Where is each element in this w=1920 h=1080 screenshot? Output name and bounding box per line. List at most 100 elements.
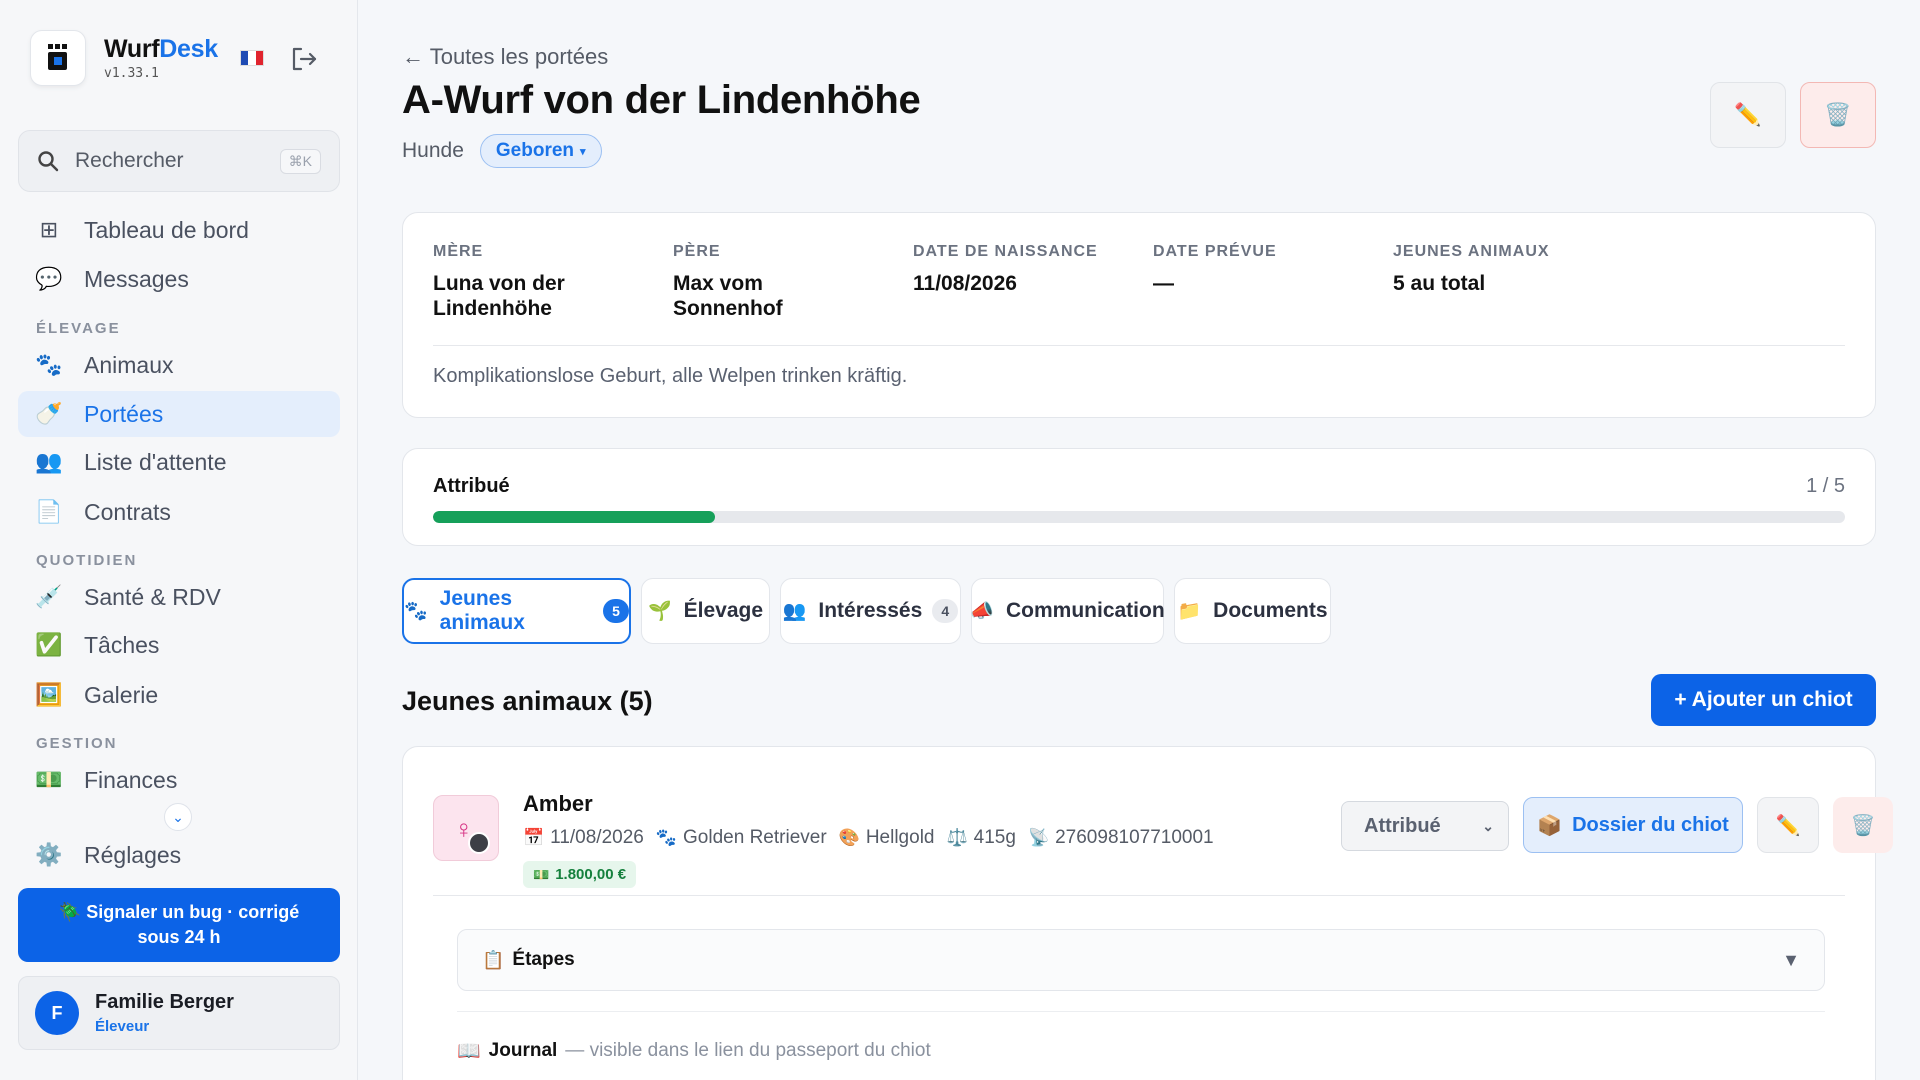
edit-litter-button[interactable]: ✏️ (1710, 82, 1786, 148)
sidebar-item-finances[interactable]: 💵 Finances (18, 757, 340, 803)
puppy-avatar[interactable]: ♀ (433, 795, 499, 861)
sidebar-item-messages[interactable]: 💬 Messages (18, 256, 340, 302)
back-link[interactable]: ← Toutes les portées (402, 44, 608, 70)
logout-icon[interactable] (290, 46, 318, 72)
palette-icon: 🎨 (838, 828, 860, 847)
search-shortcut: ⌘K (279, 148, 321, 174)
wurfdesk-logo-icon[interactable] (30, 30, 86, 86)
paw-icon: 🐾 (655, 828, 678, 847)
litter-note: Komplikationslose Geburt, alle Welpen tr… (433, 365, 908, 387)
journal-header: 📖 Journal — visible dans le lien du pass… (457, 1039, 931, 1063)
progress-bar (433, 511, 1845, 523)
steps-accordion[interactable]: 📋 Étapes ▼ (457, 929, 1825, 991)
search-placeholder: Rechercher (75, 149, 184, 172)
app-name: WurfDesk (104, 35, 218, 63)
report-bug-button[interactable]: 🪲 Signaler un bug · corrigé sous 24 h (18, 888, 340, 962)
sidebar-item-waitlist[interactable]: 👥 Liste d'attente (18, 439, 340, 485)
puppy-chip: 276098107710001 (1055, 827, 1214, 848)
sidebar-item-label: Santé & RDV (84, 583, 221, 610)
main-content: ← Toutes les portées A-Wurf von der Lind… (358, 0, 1920, 1080)
tab-breeding[interactable]: 🌱 Élevage (641, 578, 770, 644)
gear-icon: ⚙️ (35, 842, 63, 867)
sidebar-item-tasks[interactable]: ✅ Tâches (18, 622, 340, 668)
tab-young-animals[interactable]: 🐾 Jeunes animaux 5 (402, 578, 631, 644)
young-count-label: JEUNES ANIMAUX (1393, 243, 1550, 260)
brand: WurfDesk v1.33.1 (30, 30, 218, 86)
people-icon: 👥 (782, 601, 807, 622)
sidebar-item-litters[interactable]: 🍼 Portées (18, 391, 340, 437)
status-dropdown[interactable]: Geboren ▾ (479, 134, 602, 168)
assignment-progress-card: Attribué 1 / 5 (402, 448, 1876, 546)
trash-icon: 🗑️ (1824, 102, 1852, 127)
mother-label: MÈRE (433, 243, 484, 260)
user-card[interactable]: F Familie Berger Éleveur (18, 976, 340, 1050)
tab-documents[interactable]: 📁 Documents (1174, 578, 1331, 644)
puppy-dossier-button[interactable]: 📦 Dossier du chiot (1523, 797, 1743, 853)
puppy-status-select[interactable]: Attribué ⌄ (1341, 801, 1509, 851)
search-input[interactable]: Rechercher ⌘K (18, 130, 340, 192)
sidebar-item-animals[interactable]: 🐾 Animaux (18, 342, 340, 388)
puppy-name: Amber (523, 791, 593, 816)
section-quotidien: QUOTIDIEN (36, 552, 138, 569)
puppies-section-title: Jeunes animaux (5) (402, 686, 653, 716)
sidebar-item-health[interactable]: 💉 Santé & RDV (18, 574, 340, 620)
document-icon: 📄 (35, 499, 63, 524)
paw-icon: 🐾 (35, 352, 63, 377)
delete-litter-button[interactable]: 🗑️ (1800, 82, 1876, 148)
edit-puppy-button[interactable]: ✏️ (1757, 797, 1819, 853)
section-gestion: GESTION (36, 735, 118, 752)
expected-date-value: — (1153, 272, 1174, 295)
pencil-icon: ✏️ (1734, 102, 1762, 127)
chevron-down-icon: ▾ (580, 145, 586, 158)
puppy-meta: 📅 11/08/2026 🐾 Golden Retriever 🎨 Hellgold … (523, 827, 1226, 849)
baby-bottle-icon: 🍼 (35, 401, 63, 426)
banknote-icon: 💵 (533, 866, 550, 882)
section-elevage: ÉLEVAGE (36, 320, 121, 337)
speech-bubble-icon: 💬 (35, 266, 63, 291)
delete-puppy-button[interactable]: 🗑️ (1833, 797, 1893, 853)
species-label: Hunde (402, 139, 464, 162)
folder-icon: 📁 (1177, 601, 1202, 622)
puppy-card: ♀ Amber 📅 11/08/2026 🐾 Golden Retriever 🎨 H… (402, 746, 1893, 1080)
grid-icon: ⊞ (39, 217, 59, 242)
tab-interested[interactable]: 👥 Intéressés 4 (780, 578, 961, 644)
sidebar-item-label: Tableau de bord (84, 216, 249, 243)
avatar: F (35, 991, 79, 1035)
puppy-weight: 415g (973, 827, 1016, 848)
chevron-down-icon: ▼ (1782, 949, 1800, 970)
sidebar-item-gallery[interactable]: 🖼️ Galerie (18, 672, 340, 718)
picture-icon: 🖼️ (35, 682, 63, 707)
search-icon (38, 151, 59, 172)
language-flag-icon[interactable] (240, 50, 264, 66)
chevron-down-icon[interactable]: ⌄ (164, 803, 192, 831)
price-badge: 💵 1.800,00 € (523, 861, 637, 888)
sidebar-item-label: Liste d'attente (84, 448, 227, 475)
calendar-icon: 📅 (523, 828, 545, 847)
seedling-icon: 🌱 (647, 601, 672, 622)
sidebar-item-label: Messages (84, 265, 189, 292)
sidebar-item-contracts[interactable]: 📄 Contrats (18, 489, 340, 535)
sidebar-item-dashboard[interactable]: ⊞ Tableau de bord (18, 207, 340, 253)
sidebar-item-label: Portées (84, 400, 164, 427)
book-icon: 📖 (457, 1041, 481, 1062)
expected-date-label: DATE PRÉVUE (1153, 243, 1277, 260)
trash-icon: 🗑️ (1850, 814, 1876, 837)
add-puppy-button[interactable]: + Ajouter un chiot (1651, 674, 1876, 726)
father-value: Max vom Sonnenhof (673, 272, 783, 320)
birth-date-label: DATE DE NAISSANCE (913, 243, 1098, 260)
progress-count: 1 / 5 (1806, 475, 1845, 497)
user-name: Familie Berger (95, 991, 234, 1013)
steps-label: Étapes (512, 949, 575, 970)
journal-label: Journal (488, 1040, 558, 1061)
divider (433, 895, 1845, 896)
progress-fill (433, 511, 716, 523)
father-label: PÈRE (673, 243, 721, 260)
tab-count-badge: 4 (932, 599, 959, 623)
page-title: A-Wurf von der Lindenhöhe (402, 78, 921, 122)
scale-icon: ⚖️ (946, 828, 968, 847)
chevron-down-icon: ⌄ (1482, 817, 1494, 834)
sidebar-item-settings[interactable]: ⚙️ Réglages (18, 832, 340, 878)
package-icon: 📦 (1537, 814, 1563, 837)
puppy-birth: 11/08/2026 (550, 827, 644, 848)
tab-communication[interactable]: 📣 Communication (970, 578, 1165, 644)
